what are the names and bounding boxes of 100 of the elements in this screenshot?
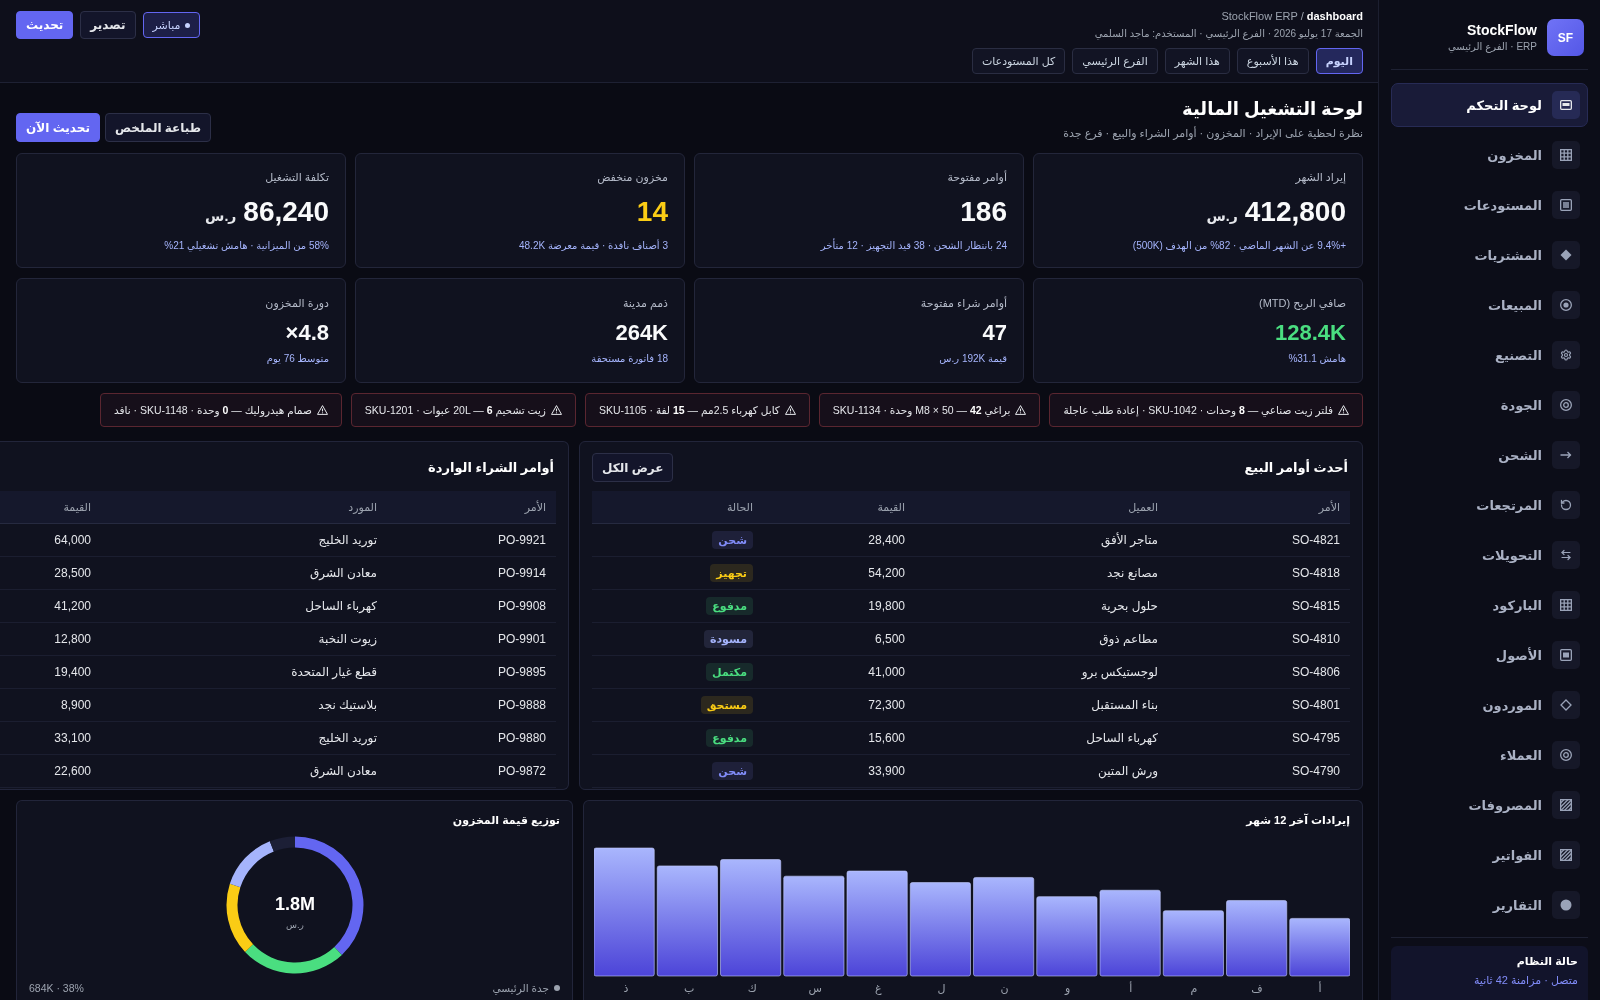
month-label: أ — [1129, 981, 1133, 995]
column-header: الأمر — [523, 500, 547, 514]
diamond-outline-icon — [1552, 691, 1580, 719]
customer-cell-text: ورش المتين — [1097, 764, 1159, 778]
nav-item[interactable]: الموردون — [1391, 683, 1588, 727]
supplier-cell-text: زيوت النخبة — [317, 632, 378, 646]
nav-item[interactable]: المصروفات — [1391, 783, 1588, 827]
kpi-note: متوسط 76 يوم — [265, 352, 329, 365]
nav-item[interactable]: المشتريات — [1391, 233, 1588, 277]
nav-item[interactable]: التقارير — [1391, 883, 1588, 927]
order-id-cell-text: PO-9901 — [496, 632, 547, 646]
nav-item[interactable]: لوحة التحكم — [1391, 83, 1588, 127]
customer-cell-text: بناء المستقبل — [1090, 698, 1159, 712]
month-label: غ — [875, 981, 882, 995]
kpi-label: دورة المخزون — [264, 297, 329, 310]
live-dot-icon — [185, 22, 191, 28]
nav-item[interactable]: الفواتير — [1391, 833, 1588, 877]
amount-cell-text: 41,000 — [867, 665, 906, 679]
secondary-button[interactable]: طباعة الملخص — [104, 113, 212, 142]
breadcrumb: StockFlow ERP / dashboard — [1220, 9, 1363, 23]
amount-cell-text: 33,900 — [867, 764, 906, 778]
month-label: ن — [1000, 981, 1009, 995]
order-id-cell-text: PO-9921 — [496, 533, 547, 547]
kpi-value: 412,800 — [1244, 196, 1346, 228]
kpi-label: صافي الربح (MTD) — [1257, 297, 1346, 310]
status-badge: مكتمل — [706, 663, 753, 681]
filter-chip[interactable]: الفرع الرئيسي — [1072, 48, 1158, 74]
secondary-button[interactable]: تصدير — [80, 11, 136, 39]
month-label: ل — [937, 981, 946, 995]
filter-chip[interactable]: اليوم — [1315, 48, 1363, 74]
month-label: ك — [747, 981, 757, 995]
kpi-label: تكلفة التشغيل — [264, 171, 329, 184]
kpi-note: قيمة 192K ر.س — [938, 352, 1007, 365]
status-badge: مدفوع — [706, 729, 753, 747]
status-text: متصل · مزامنة 42 ثانية — [1472, 973, 1578, 987]
hatched-square-icon — [1552, 841, 1580, 869]
order-id-cell-text: SO-4818 — [1290, 566, 1341, 580]
status-badge: شحن — [712, 762, 753, 780]
filter-chip[interactable]: كل المستودعات — [971, 48, 1066, 74]
amount-cell-text: 19,800 — [867, 599, 906, 613]
session-info: الجمعة 17 يوليو 2026 · الفرع الرئيسي · المستخدم: ماجد السلمي — [1093, 27, 1363, 40]
nav-item[interactable]: المبيعات — [1391, 283, 1588, 327]
amount-cell-text: 33,100 — [53, 731, 92, 745]
panel-title: أحدث أوامر البيع — [1244, 460, 1349, 475]
amount-cell-text: 72,300 — [867, 698, 906, 712]
order-id-cell-text: PO-9908 — [496, 599, 547, 613]
status-badge: شحن — [712, 531, 753, 549]
nav-item[interactable]: الباركود — [1391, 583, 1588, 627]
nav-item[interactable]: المستودعات — [1391, 183, 1588, 227]
month-label: م — [1190, 981, 1198, 995]
amount-cell-text: 54,200 — [867, 566, 906, 580]
customer-cell-text: مطاعم ذوق — [1098, 632, 1159, 646]
warning-icon — [316, 405, 328, 415]
hatched-square-icon — [1552, 791, 1580, 819]
month-label: ب — [683, 981, 695, 995]
kpi-note: +9.4% عن الشهر الماضي · 82% من الهدف (500K) — [1131, 239, 1346, 252]
kpi-note: هامش 31.1% — [1287, 352, 1346, 365]
target-icon — [1552, 291, 1580, 319]
order-id-cell-text: PO-9895 — [496, 665, 547, 679]
column-header: المورد — [347, 500, 378, 514]
order-id-cell-text: SO-4790 — [1290, 764, 1341, 778]
nav-item[interactable]: العملاء — [1391, 733, 1588, 777]
kpi-label: أوامر مفتوحة — [946, 171, 1007, 184]
kpi-value: 14 — [636, 196, 668, 228]
customer-cell-text: كهرباء الساحل — [1085, 731, 1159, 745]
swap-arrows-icon — [1552, 541, 1580, 569]
primary-button[interactable]: تحديث — [16, 11, 74, 39]
square-icon — [1552, 641, 1580, 669]
kpi-label: إيراد الشهر — [1294, 171, 1346, 184]
supplier-cell-text: توريد الخليج — [317, 533, 378, 547]
rotate-icon — [1552, 491, 1580, 519]
view-all-button[interactable]: عرض الكل — [592, 453, 674, 482]
live-label: مباشر — [152, 18, 181, 32]
status-badge: مسودة — [703, 630, 753, 648]
nav-item[interactable]: التحويلات — [1391, 533, 1588, 577]
kpi-note: 18 فاتورة مستحقة — [590, 352, 668, 365]
nav-item[interactable]: المخزون — [1391, 133, 1588, 177]
kpi-label: ذمم مدينة — [621, 297, 668, 310]
order-id-cell-text: PO-9888 — [496, 698, 547, 712]
nav-item[interactable]: الشحن — [1391, 433, 1588, 477]
order-id-cell-text: SO-4806 — [1290, 665, 1341, 679]
kpi-value: 186 — [960, 196, 1007, 228]
month-label: و — [1065, 981, 1071, 995]
status-title: حالة النظام — [1515, 954, 1578, 968]
warning-icon — [1338, 405, 1349, 415]
page-subtitle: نظرة لحظية على الإيراد · المخزون · أوامر الشراء والبيع · فرع جدة — [1063, 126, 1363, 140]
filter-chip[interactable]: هذا الشهر — [1164, 48, 1230, 74]
primary-button[interactable]: تحديث الآن — [16, 113, 100, 142]
list-icon — [1552, 191, 1580, 219]
filter-chip[interactable]: هذا الأسبوع — [1236, 48, 1309, 74]
nav-item[interactable]: الأصول — [1391, 633, 1588, 677]
kpi-value: 128.4K — [1275, 320, 1346, 346]
nav-item[interactable]: التصنيع — [1391, 333, 1588, 377]
column-header: العميل — [1127, 500, 1159, 514]
brand-name: StockFlow — [1466, 22, 1537, 38]
customer-cell-text: لوجستيكس برو — [1080, 665, 1159, 679]
warning-icon — [1015, 405, 1027, 415]
nav-item[interactable]: الجودة — [1391, 383, 1588, 427]
nav-item[interactable]: المرتجعات — [1391, 483, 1588, 527]
kpi-value: 4.8× — [285, 320, 329, 346]
